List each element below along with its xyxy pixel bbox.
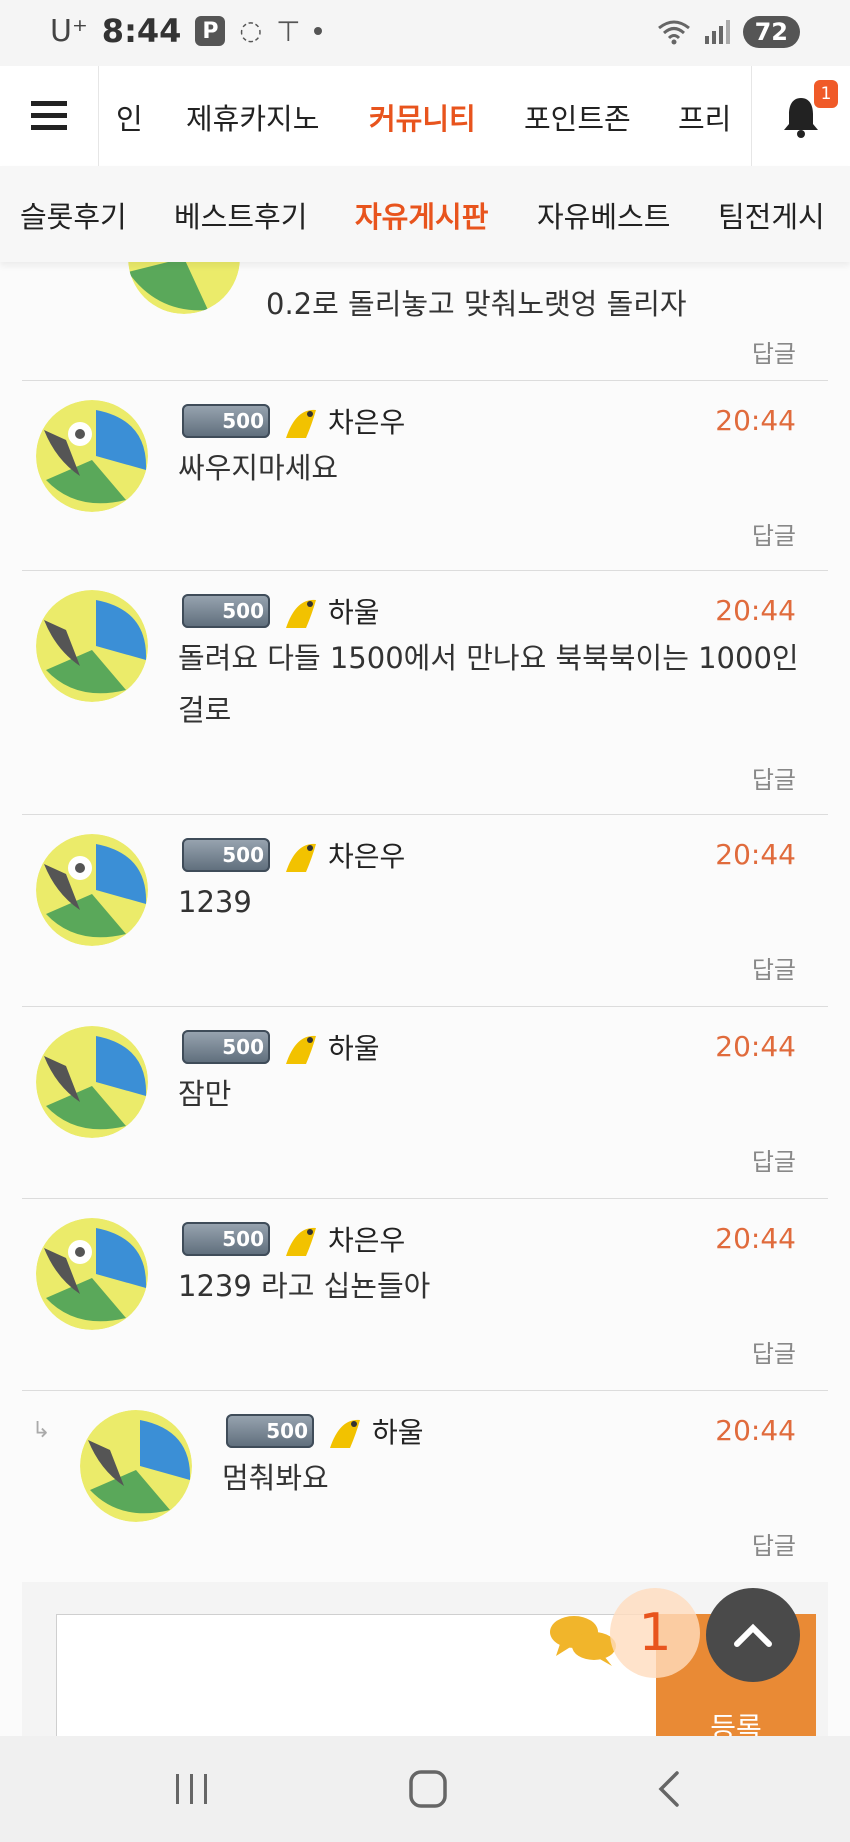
- reply-button[interactable]: 답글: [752, 334, 796, 369]
- comment-form: 등록: [22, 1582, 828, 1746]
- comment-time: 20:44: [715, 594, 796, 627]
- comment-time: 20:44: [715, 1414, 796, 1447]
- top-nav: 인 제휴카지노 커뮤니티 포인트존 프리 1: [0, 66, 850, 167]
- notification-button[interactable]: 1: [751, 66, 850, 166]
- status-bar: U⁺ 8:44 P ◌ ⊤ 72: [0, 0, 850, 66]
- reply-button[interactable]: 답글: [752, 1526, 796, 1561]
- battery-indicator: 72: [742, 16, 800, 48]
- comment-meta: 500 하울: [226, 1408, 424, 1454]
- t-icon: ⊤: [276, 14, 301, 48]
- recent-apps-button[interactable]: [168, 1768, 216, 1810]
- sub-item-team-board[interactable]: 팀전게시: [718, 194, 825, 236]
- comment-meta: 500 하울: [182, 588, 380, 634]
- menu-button[interactable]: [0, 66, 99, 166]
- comment-meta: 500 차은우: [182, 832, 405, 878]
- parking-icon: P: [195, 16, 226, 46]
- nickname[interactable]: 차은우: [328, 835, 405, 875]
- nav-item-login[interactable]: 인: [116, 96, 143, 138]
- sub-item-free-board[interactable]: 자유게시판: [355, 194, 488, 236]
- comment-item: 500 차은우 20:44 1239 라고 십뇬들아 답글: [22, 1198, 828, 1391]
- reply-button[interactable]: 답글: [752, 1334, 796, 1369]
- parrot-icon: [286, 1227, 316, 1256]
- sub-item-slot-review[interactable]: 슬롯후기: [20, 194, 127, 236]
- nav-item-community[interactable]: 커뮤니티: [369, 96, 476, 138]
- parrot-icon: [286, 1035, 316, 1064]
- comment-text: 0.2로 돌리놓고 맞춰노랫엉 돌리자: [266, 287, 687, 321]
- avatar: [36, 834, 148, 946]
- parrot-icon: [286, 843, 316, 872]
- comment-time: 20:44: [715, 1030, 796, 1063]
- sub-item-free-best[interactable]: 자유베스트: [537, 194, 670, 236]
- comment-meta: 500 차은우: [182, 1216, 405, 1262]
- sub-item-best-review[interactable]: 베스트후기: [174, 194, 307, 236]
- back-icon: [658, 1771, 679, 1807]
- comment-text: 1239: [178, 885, 252, 919]
- level-badge: 500: [226, 1414, 314, 1448]
- system-nav-bar: [0, 1736, 850, 1842]
- level-badge: 500: [182, 1222, 270, 1256]
- page: U⁺ 8:44 P ◌ ⊤ 72 인 제휴카지노 커뮤니티 포인트존 프리 1 …: [0, 0, 850, 1842]
- nickname[interactable]: 차은우: [328, 1219, 405, 1259]
- level-badge: 500: [182, 1030, 270, 1064]
- comment-meta: 500 차은우: [182, 398, 405, 444]
- avatar: [80, 1410, 192, 1522]
- nav-item-partner-casino[interactable]: 제휴카지노: [186, 96, 319, 138]
- comment-item: 500 하울 20:44 잠만 답글: [22, 1006, 828, 1199]
- comment-item: 500 하울 20:44 돌려요 다들 1500에서 만나요 북북북이는 100…: [22, 570, 828, 815]
- sub-nav: 슬롯후기 베스트후기 자유게시판 자유베스트 팀전게시: [0, 166, 850, 262]
- avatar: [36, 590, 148, 702]
- notification-badge: 1: [814, 80, 838, 108]
- divider: [66, 1390, 828, 1391]
- recent-apps-icon: [176, 1774, 207, 1804]
- nickname[interactable]: 하울: [328, 1027, 380, 1067]
- comment-time: 20:44: [715, 404, 796, 437]
- level-badge: 500: [182, 404, 270, 438]
- avatar: [36, 1026, 148, 1138]
- reply-button[interactable]: 답글: [752, 950, 796, 985]
- avatar: [36, 1218, 148, 1330]
- tmap-icon: ◌: [239, 16, 263, 46]
- comment-text: 싸우지마세요: [178, 451, 339, 485]
- parrot-icon: [330, 1419, 360, 1448]
- nav-item-point-zone[interactable]: 포인트존: [524, 96, 631, 138]
- home-icon: [409, 1770, 447, 1808]
- hamburger-icon: [31, 101, 67, 130]
- level-badge: 500: [182, 838, 270, 872]
- chevron-up-icon: [734, 1623, 772, 1647]
- nickname[interactable]: 차은우: [328, 401, 405, 441]
- nickname[interactable]: 하울: [328, 591, 380, 631]
- signal-icon: [704, 20, 730, 44]
- comment-time: 20:44: [715, 838, 796, 871]
- top-nav-items: 인 제휴카지노 커뮤니티 포인트존 프리: [98, 66, 752, 166]
- reply-comment-item: ↳ 500 하울 20:44 멈춰봐요 답글: [22, 1390, 828, 1583]
- comment-item: 500 차은우 20:44 싸우지마세요 답글: [22, 380, 828, 571]
- chat-button[interactable]: [548, 1612, 618, 1668]
- comment-text: 잠만: [178, 1077, 232, 1111]
- chat-count-badge: 1: [610, 1588, 700, 1678]
- scroll-top-button[interactable]: [706, 1588, 800, 1682]
- chat-icon: [550, 1616, 616, 1666]
- comment-text: 돌려요 다들 1500에서 만나요 북북북이는 1000인 걸로: [178, 641, 799, 727]
- dot-icon: [314, 27, 323, 35]
- comment-text: 1239 라고 십뇬들아: [178, 1269, 431, 1303]
- reply-button[interactable]: 답글: [752, 1142, 796, 1177]
- reply-button[interactable]: 답글: [752, 516, 796, 551]
- comment-time: 20:44: [715, 1222, 796, 1255]
- comment-meta: 500 하울: [182, 1024, 380, 1070]
- level-badge: 500: [182, 594, 270, 628]
- carrier-label: U⁺: [50, 13, 88, 49]
- nickname[interactable]: 하울: [372, 1411, 424, 1451]
- comment-text: 멈춰봐요: [222, 1461, 329, 1495]
- back-button[interactable]: [644, 1768, 692, 1810]
- parrot-icon: [286, 599, 316, 628]
- home-button[interactable]: [404, 1768, 452, 1810]
- parrot-icon: [286, 409, 316, 438]
- wifi-icon: [657, 20, 690, 45]
- comment-item: 500 차은우 20:44 1239 답글: [22, 814, 828, 1007]
- reply-button[interactable]: 답글: [752, 760, 796, 795]
- clock: 8:44: [101, 12, 182, 50]
- reply-arrow-icon: ↳: [32, 1418, 51, 1443]
- avatar: [36, 400, 148, 512]
- nav-item-free[interactable]: 프리: [678, 96, 731, 138]
